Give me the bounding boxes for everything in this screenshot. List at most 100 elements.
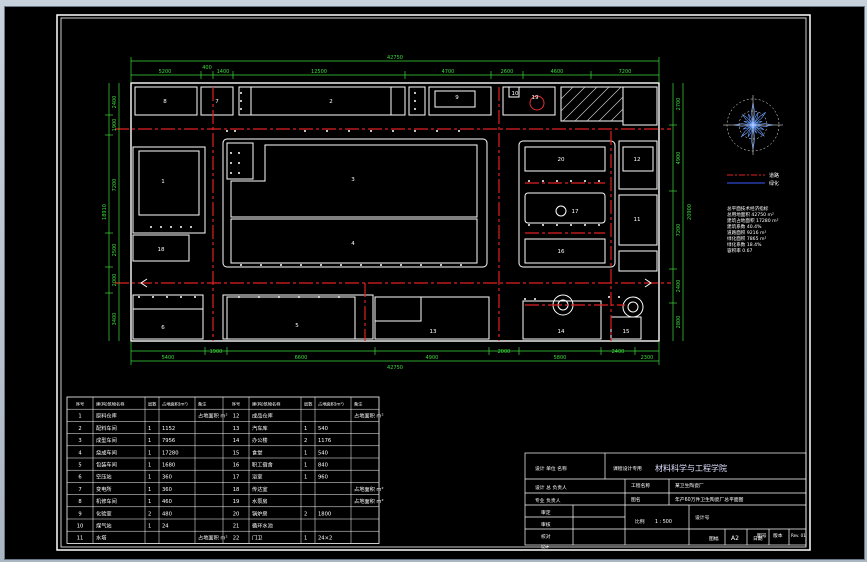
- table-cell: 占地面积 m²: [354, 412, 384, 420]
- table-cell: 12: [233, 414, 240, 420]
- window-dot: [240, 264, 242, 266]
- site-plan: [130, 82, 660, 342]
- dim-right: 7200: [676, 224, 682, 237]
- dim-top: 400: [202, 65, 212, 71]
- table-cell: 20: [233, 511, 240, 517]
- table-cell: 1: [148, 499, 151, 505]
- label-building: 4: [351, 241, 355, 247]
- dim-top: 2600: [501, 69, 514, 75]
- table-cell: 540: [318, 450, 328, 456]
- window-dot: [160, 226, 162, 228]
- svg-text:总平面技术经济指标: 总平面技术经济指标: [727, 205, 769, 212]
- size-label: 图幅: [709, 535, 719, 542]
- window-dot: [300, 264, 302, 266]
- window-dot: [392, 130, 394, 132]
- table-cell: 1: [148, 524, 151, 530]
- legend-road-label: 道路: [769, 172, 779, 179]
- building-table: 序号 建(构)筑物名称 层数 占地面积(m²) 备注 序号 建(构)筑物名称 层数 占地面积(m…: [66, 396, 384, 544]
- dim-bottom: 2300: [641, 355, 654, 361]
- dimensions: [105, 57, 684, 365]
- table-cell: 1: [304, 426, 307, 432]
- svg-text:绿化面积 7865 m²: 绿化面积 7865 m²: [727, 235, 766, 242]
- label-building: 15: [623, 329, 630, 335]
- label-building: 17: [572, 209, 579, 215]
- dim-right: 2700: [676, 98, 682, 111]
- label-building: 20: [558, 157, 565, 163]
- dim-bottom: 5400: [162, 355, 175, 361]
- table-cell: 9: [78, 511, 81, 517]
- window-dot: [542, 224, 544, 226]
- table-cell: 6: [78, 475, 81, 481]
- svg-text:设计: 设计: [541, 543, 549, 549]
- table-cell: 水塔: [96, 534, 107, 542]
- window-dot: [230, 172, 232, 174]
- table-cell: 1: [304, 463, 307, 469]
- window-dot: [240, 108, 242, 110]
- dim-bottom: 5800: [554, 355, 567, 361]
- table-cell: 1680: [162, 463, 175, 469]
- window-dot: [528, 224, 530, 226]
- dept-label: 设计 单位 名称: [535, 465, 567, 472]
- table-cell: 水泵房: [252, 497, 268, 505]
- table-header: 序号: [232, 401, 240, 408]
- dim-bottom: 6600: [295, 355, 308, 361]
- table-cell: 配料车间: [96, 424, 117, 432]
- table-cell: 变电所: [96, 485, 112, 493]
- window-dot: [258, 296, 260, 298]
- window-dot: [370, 130, 372, 132]
- dim-left: 2500: [112, 244, 118, 257]
- window-dot: [238, 296, 240, 298]
- window-dot: [238, 172, 240, 174]
- window-dot: [260, 264, 262, 266]
- window-dots: [138, 92, 620, 300]
- table-cell: 占地面积 m²: [354, 497, 384, 505]
- svg-text:建筑系数 40.4%: 建筑系数 40.4%: [727, 223, 762, 230]
- window-dot: [584, 224, 586, 226]
- table-cell: 7: [78, 487, 81, 493]
- table-cell: 成型车间: [96, 436, 117, 444]
- window-dot: [326, 130, 328, 132]
- svg-text:审核: 审核: [541, 521, 551, 528]
- label-building: 18: [158, 247, 165, 253]
- label-building: 5: [295, 323, 299, 329]
- window-dot: [570, 224, 572, 226]
- window-dot: [234, 130, 236, 132]
- window-dot: [238, 152, 240, 154]
- building-6: [132, 294, 204, 340]
- table-header: 建(构)筑物名称: [252, 401, 280, 408]
- window-dot: [190, 226, 192, 228]
- table-cell: 原料仓库: [96, 412, 117, 420]
- dim-left: 3400: [112, 313, 118, 326]
- table-cell: 2: [148, 511, 151, 517]
- label-building: 7: [215, 99, 219, 105]
- window-dot: [298, 296, 300, 298]
- building-15: [610, 316, 642, 340]
- table-cell: 24×2: [318, 536, 332, 542]
- svg-text:审定: 审定: [541, 509, 551, 516]
- window-dot: [598, 180, 600, 182]
- window-dot: [348, 130, 350, 132]
- window-dot: [524, 298, 526, 300]
- table-cell: 14: [233, 438, 240, 444]
- rev-label: Rev. 01: [791, 533, 806, 538]
- design-no-label: 设计号: [695, 514, 710, 521]
- cad-viewport[interactable]: 42750 42750 5200 400 1400 12500 4700 260…: [4, 6, 865, 560]
- table-cell: 7956: [162, 438, 175, 444]
- drawing-name-label: 图名: [631, 496, 641, 503]
- dim-bottom: 1900: [210, 349, 223, 355]
- window-dot: [166, 296, 168, 298]
- label-building: 11: [634, 217, 641, 223]
- window-dot: [180, 226, 182, 228]
- table-cell: 13: [233, 426, 240, 432]
- window-dot: [534, 298, 536, 300]
- table-cell: 占地面积 m²: [198, 534, 228, 542]
- table-cell: 1: [78, 414, 81, 420]
- table-cell: 1: [148, 450, 151, 456]
- building-5: [226, 296, 356, 340]
- label-building: 3: [351, 177, 355, 183]
- table-cell: 24: [162, 524, 169, 530]
- table-cell: 10: [77, 524, 84, 530]
- svg-text:校对: 校对: [541, 533, 551, 540]
- table-cell: 1: [304, 475, 307, 481]
- svg-text:道路面积 9216 m²: 道路面积 9216 m²: [727, 229, 766, 236]
